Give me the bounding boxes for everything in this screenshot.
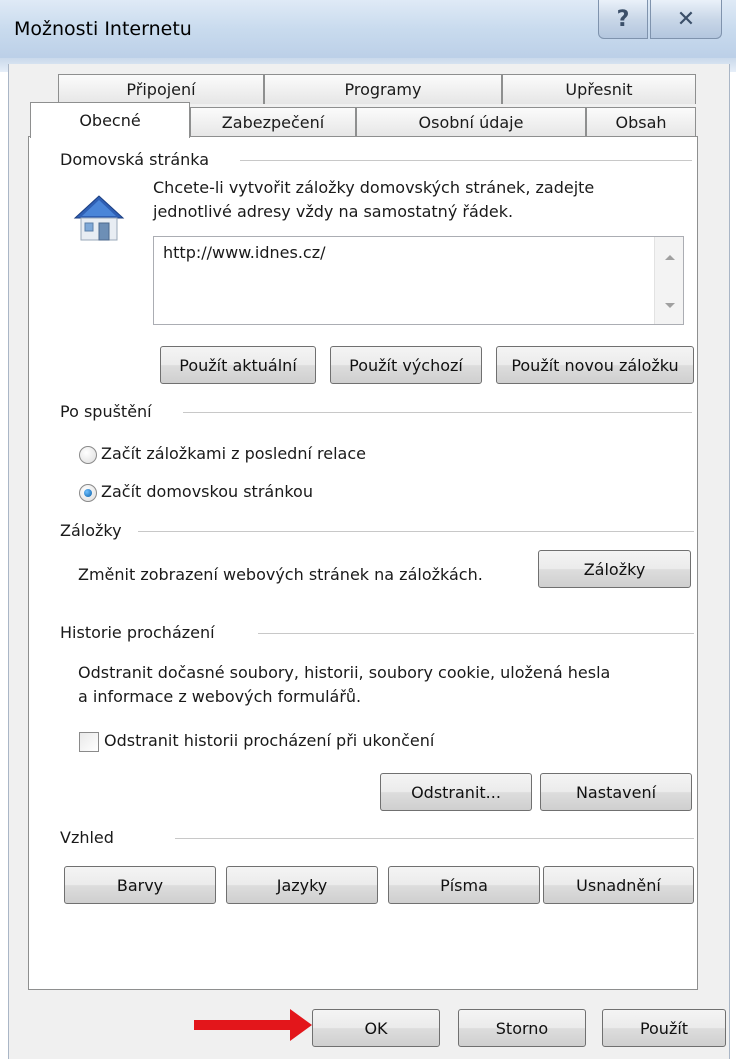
tabs-description: Změnit zobrazení webových stránek na zál… <box>78 565 483 584</box>
history-section-label: Historie procházení <box>60 623 215 642</box>
homepage-scrollbar[interactable] <box>654 237 683 324</box>
ok-button[interactable]: OK <box>312 1009 440 1047</box>
appearance-section-label: Vzhled <box>60 828 114 847</box>
homepage-address-value: http://www.idnes.cz/ <box>163 243 326 262</box>
tab-pripojeni[interactable]: Připojení <box>58 74 264 104</box>
red-arrow-shaft <box>194 1020 294 1030</box>
startup-radio-last-session[interactable] <box>79 446 97 464</box>
homepage-section-label: Domovská stránka <box>60 150 210 169</box>
section-divider <box>138 531 694 532</box>
tabs-settings-button[interactable]: Záložky <box>538 550 691 588</box>
history-settings-button[interactable]: Nastavení <box>540 773 692 811</box>
tab-label: Obsah <box>615 113 667 132</box>
tab-label: Připojení <box>126 80 196 99</box>
homepage-description-line2: jednotlivé adresy vždy na samostatný řád… <box>153 202 514 221</box>
delete-on-exit-label[interactable]: Odstranit historii procházení při ukonče… <box>104 729 434 753</box>
section-divider <box>183 412 692 413</box>
cancel-button[interactable]: Storno <box>458 1009 586 1047</box>
section-divider <box>240 160 692 161</box>
section-divider <box>258 633 694 634</box>
languages-button[interactable]: Jazyky <box>226 866 378 904</box>
tab-obsah[interactable]: Obsah <box>586 107 696 137</box>
tab-label: Osobní údaje <box>418 113 524 132</box>
tab-zabezpeceni[interactable]: Zabezpečení <box>190 107 356 137</box>
tab-obecne[interactable]: Obecné <box>30 102 190 138</box>
scroll-down-icon[interactable] <box>665 303 675 308</box>
startup-option-last-session[interactable]: Začít záložkami z poslední relace <box>101 442 366 466</box>
window-title: Možnosti Internetu <box>14 18 192 40</box>
startup-option-homepage[interactable]: Začít domovskou stránkou <box>101 480 313 504</box>
homepage-description-line1: Chcete-li vytvořit záložky domovských st… <box>153 178 595 197</box>
radio-selected-dot <box>84 489 92 497</box>
homepage-address-field[interactable]: http://www.idnes.cz/ <box>153 236 684 325</box>
close-icon: ✕ <box>676 6 696 32</box>
help-button[interactable]: ? <box>598 0 648 39</box>
close-button[interactable]: ✕ <box>650 0 722 39</box>
help-icon: ? <box>616 6 630 32</box>
apply-button[interactable]: Použít <box>602 1009 726 1047</box>
fonts-button[interactable]: Písma <box>388 866 540 904</box>
red-arrow-icon <box>290 1009 312 1041</box>
tab-upresnit[interactable]: Upřesnit <box>502 74 696 104</box>
history-description-line1: Odstranit dočasné soubory, historii, sou… <box>78 663 611 682</box>
colors-button[interactable]: Barvy <box>64 866 216 904</box>
tab-label: Zabezpečení <box>221 113 325 132</box>
use-new-tab-button[interactable]: Použít novou záložku <box>496 346 694 384</box>
section-divider <box>175 838 694 839</box>
startup-section-label: Po spuštění <box>60 402 152 421</box>
tabs-section-label: Záložky <box>60 521 122 540</box>
tab-label: Upřesnit <box>565 80 633 99</box>
tab-label: Programy <box>344 80 422 99</box>
startup-radio-homepage[interactable] <box>79 484 97 502</box>
delete-on-exit-checkbox[interactable] <box>79 732 99 752</box>
accessibility-button[interactable]: Usnadnění <box>543 866 694 904</box>
scroll-up-icon[interactable] <box>665 255 675 260</box>
house-icon <box>72 193 126 243</box>
delete-history-button[interactable]: Odstranit... <box>380 773 532 811</box>
tab-osobni-udaje[interactable]: Osobní údaje <box>356 107 586 137</box>
use-default-button[interactable]: Použít výchozí <box>330 346 482 384</box>
history-description-line2: a informace z webových formulářů. <box>78 687 362 706</box>
tab-label: Obecné <box>79 111 141 130</box>
tab-programy[interactable]: Programy <box>264 74 502 104</box>
title-bar: Možnosti Internetu ? ✕ <box>0 0 736 72</box>
use-current-button[interactable]: Použít aktuální <box>160 346 316 384</box>
